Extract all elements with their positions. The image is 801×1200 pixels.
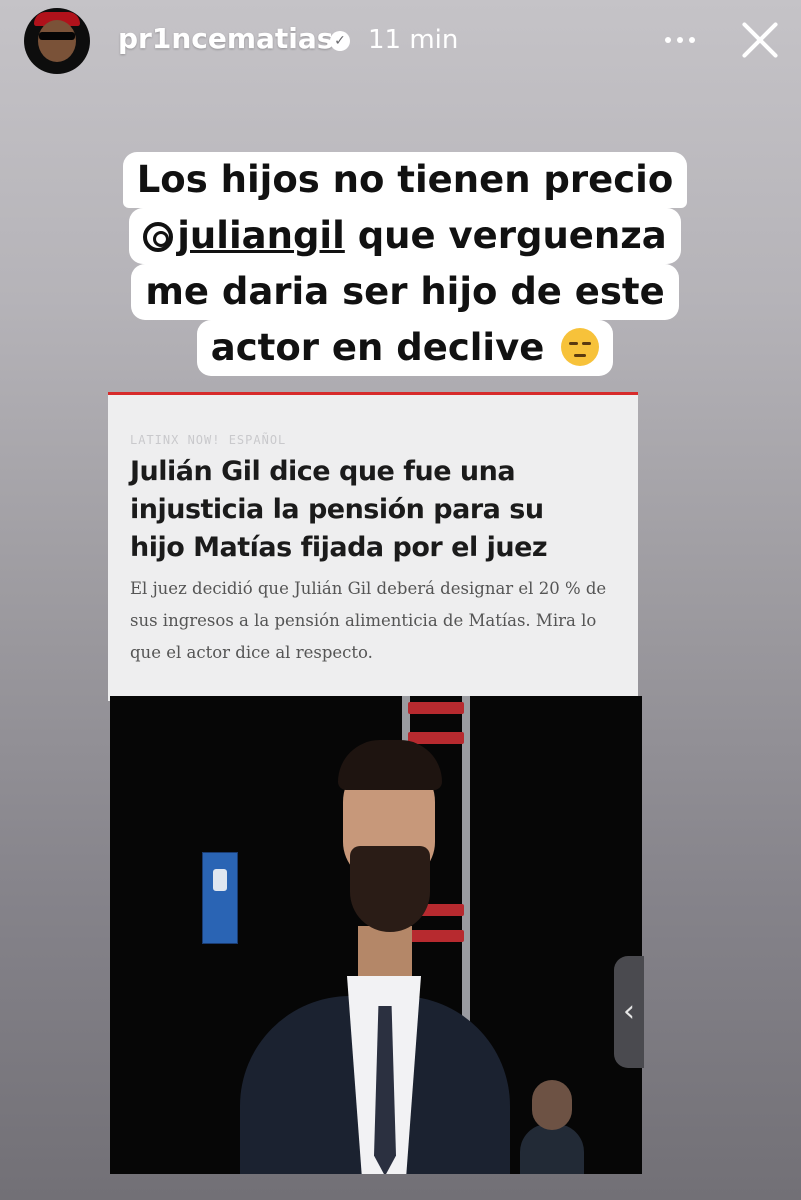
background-person-head	[532, 1080, 572, 1130]
mention-link[interactable]: juliangil	[143, 214, 345, 257]
post-time: 11 min	[368, 25, 459, 55]
caption-text-2: que verguenza	[344, 214, 667, 257]
mention-text: juliangil	[177, 214, 345, 257]
story-caption: Los hijos no tienen precio juliangil que…	[100, 152, 710, 376]
threads-icon	[143, 222, 174, 252]
caption-text-3: me daria ser hijo de este	[145, 270, 665, 313]
article-kicker: LATINX NOW! ESPAÑOL	[130, 433, 287, 447]
article-headline: Julián Gil dice que fue una injusticia l…	[130, 456, 548, 563]
caption-line-4: actor en declive	[196, 320, 614, 376]
article-summary: El juez decidió que Julián Gil deberá de…	[130, 579, 607, 662]
username[interactable]: pr1ncematias	[118, 22, 333, 55]
close-icon[interactable]	[738, 18, 782, 62]
exit-sign	[202, 852, 238, 944]
background-person	[520, 1124, 584, 1174]
story-header: pr1ncematias ✓ 11 min	[0, 0, 801, 84]
article-photo	[110, 696, 642, 1174]
avatar-face	[38, 20, 76, 62]
caption-line-2: juliangil que verguenza	[129, 208, 681, 264]
caption-line-3: me daria ser hijo de este	[131, 264, 679, 320]
caption-text-4: actor en declive	[210, 326, 545, 369]
more-options-icon[interactable]	[662, 24, 698, 54]
caption-line-1: Los hijos no tienen precio	[122, 152, 688, 208]
article-card[interactable]: LATINX NOW! ESPAÑOL Julián Gil dice que …	[108, 392, 638, 701]
avatar-glasses	[39, 32, 75, 40]
side-handle[interactable]: ‹	[614, 956, 644, 1068]
verified-badge-icon: ✓	[330, 31, 350, 51]
actor-beard	[350, 846, 430, 932]
pensive-face-emoji	[561, 328, 600, 366]
profile-avatar[interactable]	[24, 8, 90, 74]
caption-text-1: Los hijos no tienen precio	[136, 158, 674, 201]
